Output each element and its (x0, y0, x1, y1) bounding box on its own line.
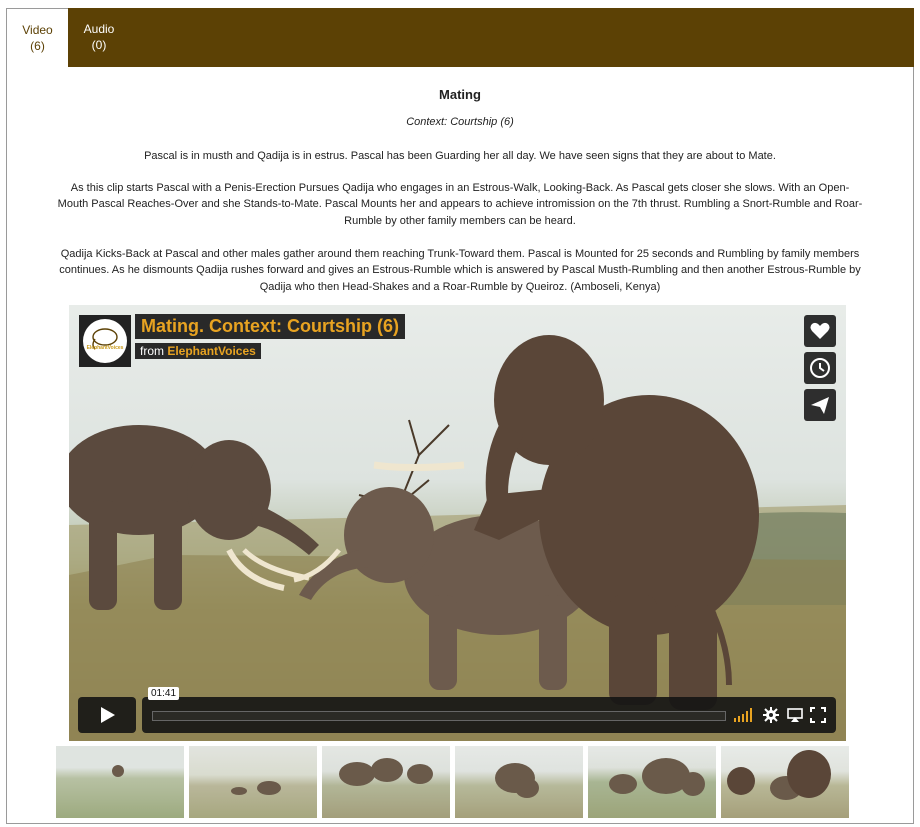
control-bar (142, 697, 836, 733)
progress-bar[interactable] (152, 711, 726, 721)
thumbnail-image (231, 781, 281, 795)
page-title: Mating (439, 87, 481, 102)
airplay-icon[interactable] (787, 707, 803, 723)
thumbnail-2[interactable] (189, 746, 317, 818)
video-title-box[interactable]: Mating. Context: Courtship (6) (135, 314, 405, 339)
thumbnail-image (339, 758, 433, 786)
like-button[interactable] (804, 315, 836, 347)
play-button[interactable] (78, 697, 136, 733)
thumbnail-1[interactable] (56, 746, 184, 818)
description-paragraph-1: Pascal is in musth and Qadija is in estr… (144, 150, 776, 162)
thumbnail-3[interactable] (322, 746, 450, 818)
tab-video-count: (6) (30, 39, 45, 53)
share-button[interactable] (804, 389, 836, 421)
fullscreen-icon[interactable] (810, 707, 826, 723)
logo-text: ElephantVoices (86, 345, 124, 351)
volume-icon[interactable] (734, 707, 754, 723)
from-label: from (140, 344, 164, 358)
video-title[interactable]: Mating. Context: Courtship (6) (141, 316, 399, 336)
context-subtitle: Context: Courtship (6) (406, 116, 514, 128)
thumbnail-image (609, 758, 705, 796)
channel-link[interactable]: ElephantVoices (167, 344, 255, 358)
thumbnail-image (495, 763, 539, 798)
play-icon (101, 707, 115, 723)
thumbnail-4[interactable] (455, 746, 583, 818)
clock-icon (810, 358, 830, 378)
tab-bar: Video (6) Audio (0) (6, 8, 914, 68)
video-frame-image (69, 335, 846, 741)
tab-audio-count: (0) (91, 38, 107, 52)
elephant-logo-icon (92, 328, 118, 350)
thumbnail-6[interactable] (721, 746, 849, 818)
channel-logo[interactable]: ElephantVoices (79, 315, 131, 367)
description-paragraph-3: Qadija Kicks-Back at Pascal and other ma… (59, 248, 861, 293)
thumbnail-5[interactable] (588, 746, 716, 818)
tab-video[interactable]: Video (6) (6, 8, 68, 68)
heart-icon (810, 322, 830, 339)
video-player[interactable]: ElephantVoices Mating. Context: Courtshi… (69, 305, 846, 741)
thumbnail-image (727, 750, 831, 800)
logo-circle: ElephantVoices (83, 319, 127, 363)
player-controls: 01:41 (78, 687, 836, 733)
thumbnail-image (112, 765, 124, 777)
tab-audio-label: Audio (83, 22, 115, 36)
video-byline: from ElephantVoices (135, 343, 261, 359)
time-display: 01:41 (148, 687, 180, 700)
tab-video-label: Video (22, 23, 53, 37)
tab-audio[interactable]: Audio (0) (68, 8, 130, 67)
watch-later-button[interactable] (804, 352, 836, 384)
settings-icon[interactable] (763, 707, 779, 723)
description-paragraph-2: As this clip starts Pascal with a Penis-… (57, 182, 863, 227)
send-icon (811, 397, 829, 414)
